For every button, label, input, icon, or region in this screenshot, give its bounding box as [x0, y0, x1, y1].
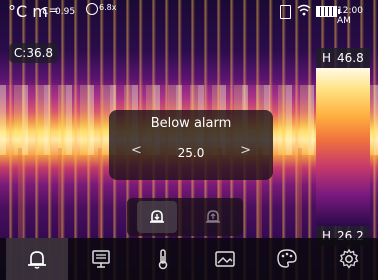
palette-bar	[316, 68, 370, 226]
alarm-tab[interactable]	[6, 238, 68, 280]
settings-tab[interactable]	[318, 238, 378, 280]
palette-icon	[277, 249, 297, 268]
settings-icon	[339, 248, 359, 269]
display-tab[interactable]	[70, 238, 132, 280]
clock: 12:00 AM	[337, 6, 363, 26]
status-bar: °C m ε= 0.95 6.8x 12:00 AM	[0, 0, 378, 26]
zoom-value: 6.8x	[99, 3, 117, 12]
image-tab[interactable]	[194, 238, 256, 280]
above-alarm-button[interactable]	[193, 201, 233, 233]
thermal-camera-screen: °C m ε= 0.95 6.8x 12:00 AM C:36.8 H 46.8…	[0, 0, 378, 280]
center-temperature: C:36.8	[9, 43, 58, 63]
alarm-icon	[28, 251, 46, 269]
bell-up-icon	[206, 210, 220, 223]
bottom-toolbar	[0, 238, 378, 280]
zoom-icon	[86, 3, 98, 15]
measure-tab[interactable]	[132, 238, 194, 280]
alarm-title: Below alarm	[150, 116, 232, 131]
image-icon	[215, 251, 235, 267]
emissivity-value: 0.95	[55, 7, 76, 17]
display-icon	[92, 250, 110, 268]
battery-icon	[316, 6, 340, 17]
palette-tab[interactable]	[256, 238, 318, 280]
increase-button[interactable]: >	[240, 143, 251, 158]
bell-down-icon	[150, 210, 164, 223]
scale-high-tag: H	[322, 51, 332, 65]
alarm-type-selector	[127, 198, 243, 236]
sd-card-icon	[280, 5, 291, 19]
thermometer-icon	[158, 249, 168, 270]
scale-high-value: 46.8	[337, 51, 364, 65]
scale-high: H 46.8	[316, 48, 370, 68]
alarm-dialog: Below alarm < 25.0 >	[109, 110, 273, 180]
below-alarm-button[interactable]	[137, 201, 177, 233]
wifi-icon	[297, 4, 311, 16]
